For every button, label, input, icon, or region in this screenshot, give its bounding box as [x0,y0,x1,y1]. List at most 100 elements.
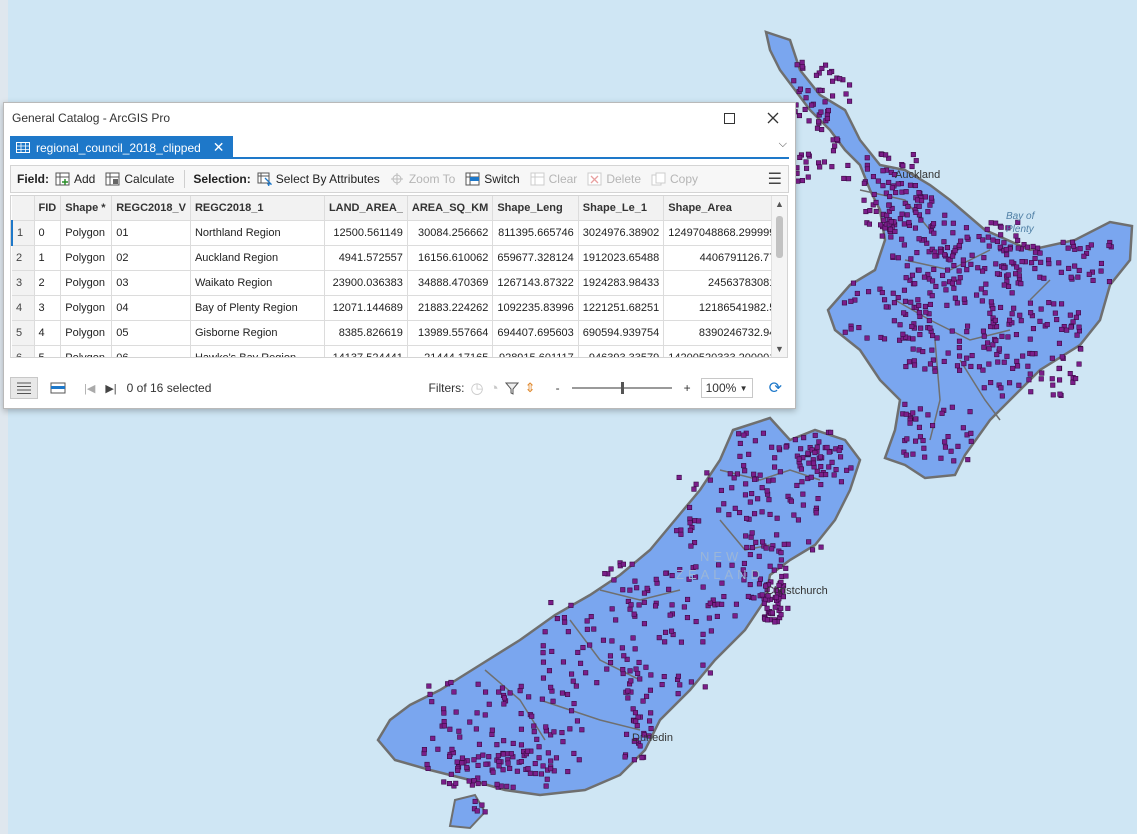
table-cell[interactable]: 1912023.65488 [578,245,665,271]
table-cell[interactable]: 12071.144689 [324,295,408,321]
table-cell[interactable]: Polygon [60,270,113,296]
table-cell[interactable]: 811395.665746 [492,220,579,246]
table-cell[interactable]: 4406791126.77 [663,245,781,271]
table-cell[interactable]: Polygon [60,345,113,357]
table-cell[interactable]: 694407.695603 [492,320,579,346]
clear-selection-button[interactable]: Clear [530,172,577,186]
table-cell[interactable]: 4941.572557 [324,245,408,271]
table-cell[interactable]: 23900.036383 [324,270,408,296]
filter-icon[interactable] [504,381,519,395]
zoom-slider-knob[interactable] [620,382,624,394]
table-cell[interactable]: 21444.17165 [407,345,494,357]
refresh-icon[interactable]: ⟳ [769,378,782,398]
table-cell[interactable]: 8385.826619 [324,320,408,346]
table-cell[interactable]: 1 [34,245,62,271]
attribute-grid[interactable]: FID Shape * REGC2018_V REGC2018_1 LAND_AREA_… [10,195,788,358]
table-cell[interactable]: 02 [111,245,191,271]
table-cell[interactable]: 928915.601117 [492,345,579,357]
vertical-scrollbar[interactable]: ▲ ▼ [771,196,787,357]
table-cell[interactable]: 06 [111,345,191,357]
maximize-button[interactable] [716,107,742,129]
scroll-thumb[interactable] [776,216,783,258]
title-bar[interactable]: General Catalog - ArcGIS Pro [4,103,795,133]
table-cell[interactable]: Polygon [60,295,113,321]
copy-button[interactable]: Copy [651,172,698,186]
zoom-select[interactable]: 100% ▼ [700,378,753,398]
table-cell[interactable]: 8390246732.94 [663,320,781,346]
table-row[interactable]: 1 0 Polygon 01 Northland Region 12500.561149 3… [11,220,781,246]
row-number[interactable]: 1 [11,220,35,246]
column-header[interactable]: FID [34,196,62,221]
zoom-to-button[interactable]: Zoom To [390,172,455,186]
table-cell[interactable]: Polygon [60,245,113,271]
column-header[interactable]: Shape * [60,196,113,221]
tab-regional-council[interactable]: regional_council_2018_clipped ✕ [10,136,233,159]
column-header[interactable]: Shape_Le_1 [578,196,665,221]
chevron-down-icon[interactable]: ⌵ [779,138,787,151]
zoom-in-button[interactable]: + [684,381,691,395]
table-cell[interactable]: 16156.610062 [407,245,494,271]
table-cell[interactable]: Gisborne Region [190,320,325,346]
row-number[interactable]: 3 [12,270,35,296]
table-cell[interactable]: Waikato Region [190,270,325,296]
row-number[interactable]: 4 [12,295,35,321]
table-cell[interactable]: 05 [111,320,191,346]
column-header[interactable]: Shape_Leng [492,196,579,221]
table-cell[interactable]: 3024976.38902 [578,220,665,246]
column-header[interactable]: AREA_SQ_KM [407,196,494,221]
column-header[interactable]: LAND_AREA_ [324,196,408,221]
table-cell[interactable]: 1924283.98433 [578,270,665,296]
table-cell[interactable]: 4 [34,320,62,346]
table-cell[interactable]: 30084.256662 [407,220,494,246]
table-cell[interactable]: 34888.470369 [407,270,494,296]
column-header[interactable]: REGC2018_V [111,196,191,221]
time-filter-icon[interactable]: ◷ [471,379,484,397]
table-cell[interactable]: 2 [34,270,62,296]
table-cell[interactable]: 14200520333.200001 [663,345,781,357]
table-cell[interactable]: 21883.224262 [407,295,494,321]
table-cell[interactable]: 01 [111,220,191,246]
table-cell[interactable]: 12500.561149 [324,220,408,246]
table-cell[interactable]: 1092235.83996 [492,295,579,321]
table-cell[interactable]: Polygon [60,220,113,246]
scroll-down-icon[interactable]: ▼ [775,344,784,354]
table-row[interactable]: 2 1 Polygon 02 Auckland Region 4941.572557 161… [12,245,781,271]
table-cell[interactable]: 1267143.87322 [492,270,579,296]
contingent-values-icon[interactable]: ⇕ [525,380,536,396]
table-cell[interactable]: Polygon [60,320,113,346]
scroll-up-icon[interactable]: ▲ [775,199,784,209]
table-cell[interactable]: 24563783081 [663,270,781,296]
table-cell[interactable]: 5 [34,345,62,357]
calculate-field-button[interactable]: Calculate [105,172,174,186]
table-cell[interactable]: Hawke's Bay Region [190,345,325,357]
switch-selection-button[interactable]: Switch [465,172,520,186]
table-row[interactable]: 3 2 Polygon 03 Waikato Region 23900.036383 348… [12,270,781,296]
table-cell[interactable]: Northland Region [190,220,325,246]
table-cell[interactable]: 690594.939754 [578,320,665,346]
zoom-slider[interactable] [571,382,672,394]
table-cell[interactable]: 3 [34,295,62,321]
delete-button[interactable]: Delete [587,172,641,186]
add-field-button[interactable]: Add [55,172,95,186]
table-cell[interactable]: Auckland Region [190,245,325,271]
table-cell[interactable]: 14137.524441 [324,345,408,357]
table-cell[interactable]: Bay of Plenty Region [190,295,325,321]
column-header[interactable]: REGC2018_1 [190,196,325,221]
table-cell[interactable]: 946393.33579 [578,345,665,357]
table-cell[interactable]: 659677.328124 [492,245,579,271]
table-row[interactable]: 5 4 Polygon 05 Gisborne Region 8385.826619 139… [12,320,781,346]
table-row[interactable]: 4 3 Polygon 04 Bay of Plenty Region 12071.144… [12,295,781,321]
hamburger-menu-icon[interactable]: ☰ [768,169,782,189]
table-cell[interactable]: 1221251.68251 [578,295,665,321]
table-cell[interactable]: 04 [111,295,191,321]
column-header[interactable]: Shape_Area [663,196,781,221]
show-all-records-button[interactable] [10,377,38,399]
select-by-attributes-button[interactable]: Select By Attributes [257,172,380,186]
row-number[interactable]: 2 [12,245,35,271]
table-cell[interactable]: 0 [34,220,62,246]
table-cell[interactable]: 12497048868.299999 [663,220,781,246]
table-cell[interactable]: 13989.557664 [407,320,494,346]
table-cell[interactable]: 03 [111,270,191,296]
row-number[interactable]: 5 [12,320,35,346]
zoom-out-button[interactable]: - [556,381,560,395]
